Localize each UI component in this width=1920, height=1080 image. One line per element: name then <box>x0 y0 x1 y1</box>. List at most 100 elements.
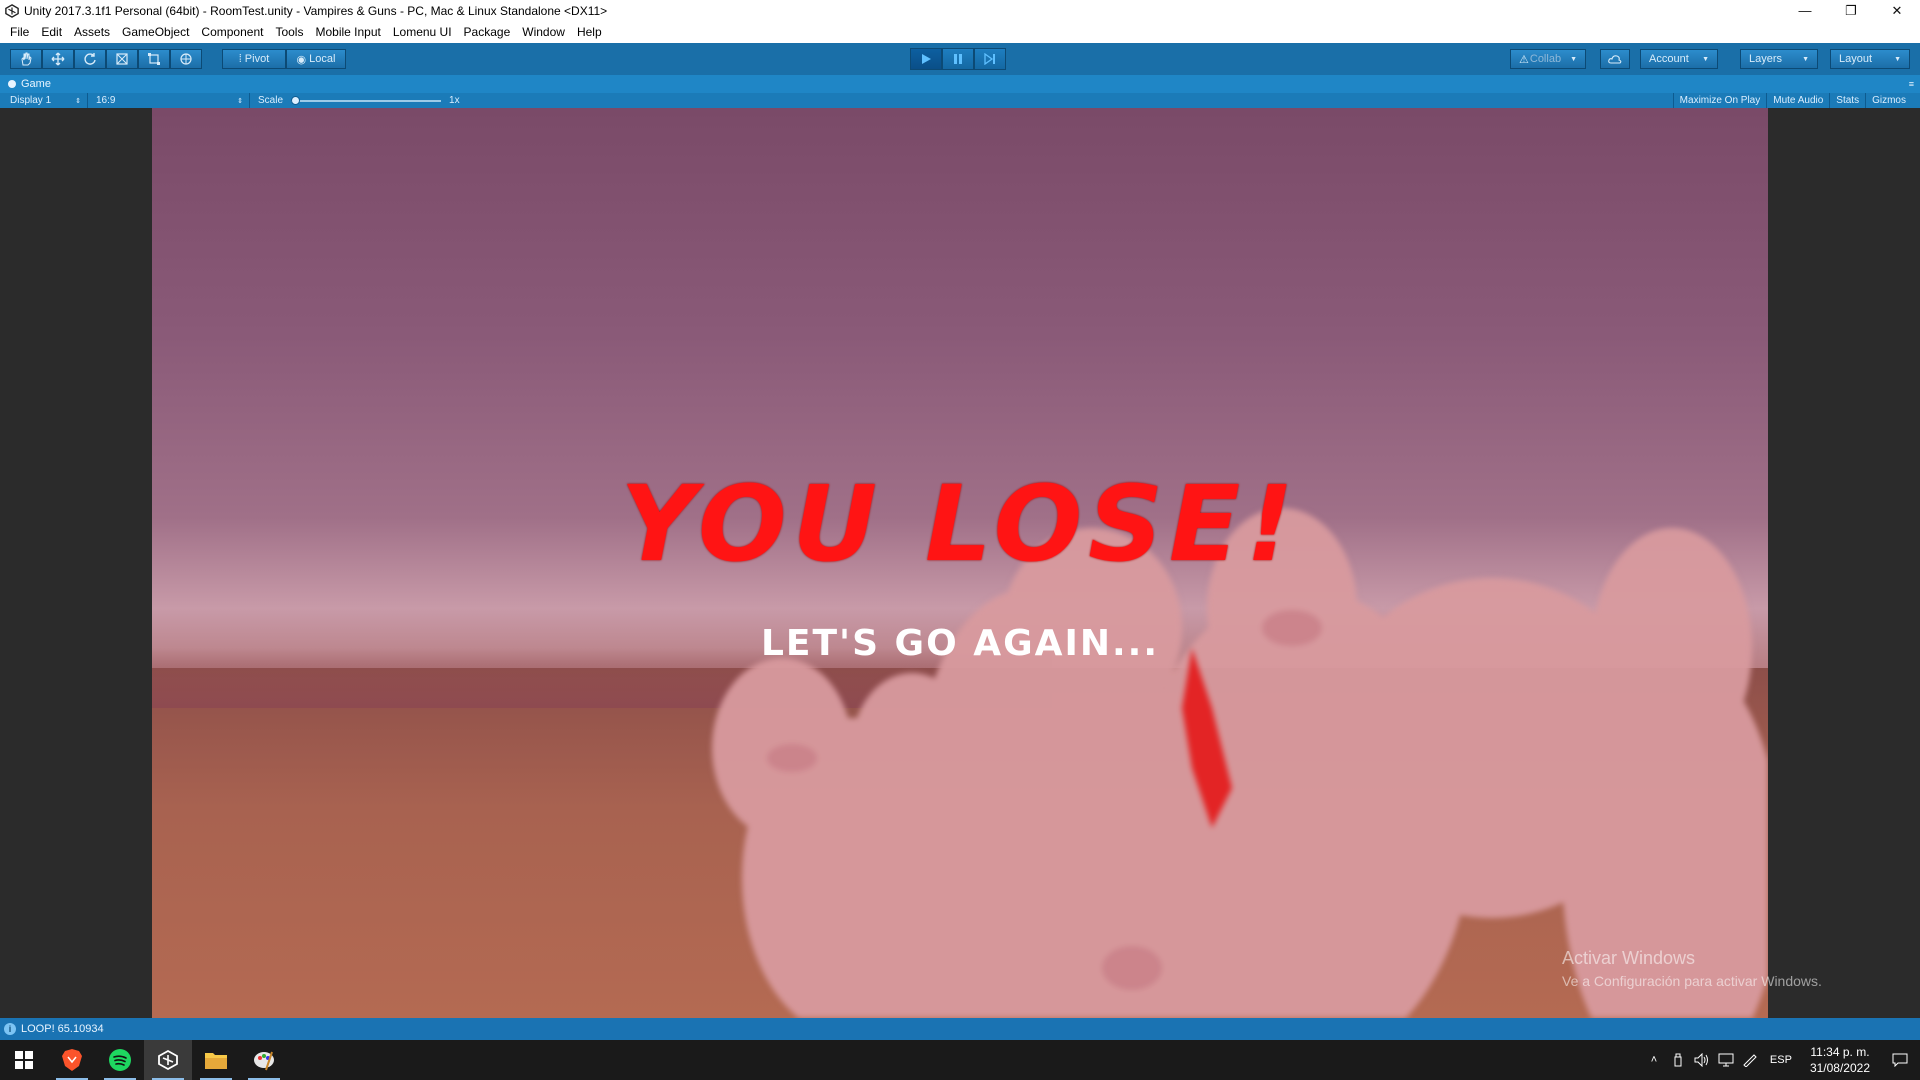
layout-label: Layout <box>1839 53 1873 65</box>
menu-help[interactable]: Help <box>571 21 608 43</box>
scale-icon <box>116 53 128 65</box>
info-icon: i <box>4 1023 16 1035</box>
restore-button[interactable]: ❐ <box>1828 0 1874 21</box>
game-area: YOU LOSE! LET'S GO AGAIN... Activar Wind… <box>0 108 1920 1018</box>
account-label: Account <box>1649 53 1689 65</box>
gizmos-label: Gizmos <box>1872 95 1906 106</box>
rect-tool-button[interactable] <box>138 49 170 69</box>
pause-icon <box>954 54 962 64</box>
transform-tool-button[interactable] <box>170 49 202 69</box>
taskbar-unity[interactable] <box>144 1040 192 1080</box>
scale-tool-button[interactable] <box>106 49 138 69</box>
play-icon <box>922 54 931 64</box>
menu-package[interactable]: Package <box>458 21 517 43</box>
scale-value: 1x <box>449 95 460 106</box>
taskbar-paint[interactable] <box>240 1040 288 1080</box>
menu-assets[interactable]: Assets <box>68 21 116 43</box>
game-tab[interactable]: Game ≡ <box>0 75 1920 93</box>
pen-icon[interactable] <box>1738 1040 1762 1080</box>
scale-slider[interactable] <box>291 95 442 105</box>
windows-logo-icon <box>15 1051 33 1069</box>
pause-button[interactable] <box>942 48 974 70</box>
menu-gameobject[interactable]: GameObject <box>116 21 195 43</box>
display-dropdown[interactable]: Display 1 ⇕ <box>0 93 88 108</box>
move-tool-button[interactable] <box>42 49 74 69</box>
unity-icon <box>158 1049 178 1071</box>
unity-logo-icon <box>4 3 20 19</box>
layers-dropdown[interactable]: Layers ▼ <box>1740 49 1818 69</box>
aspect-dropdown[interactable]: 16:9 ⇕ <box>88 93 250 108</box>
game-controller-icon <box>8 80 16 88</box>
menu-window[interactable]: Window <box>516 21 571 43</box>
display-label: Display 1 <box>10 95 52 106</box>
hand-tool-button[interactable] <box>10 49 42 69</box>
menu-file[interactable]: File <box>4 21 35 43</box>
play-again-button[interactable]: LET'S GO AGAIN... <box>152 623 1768 664</box>
stats-toggle[interactable]: Stats <box>1829 93 1865 108</box>
chevron-updown-icon: ⇕ <box>237 97 243 105</box>
chevron-up-icon[interactable]: ˄ <box>1642 1040 1666 1080</box>
gizmos-dropdown[interactable]: Gizmos <box>1865 93 1920 108</box>
collab-dropdown[interactable]: ⚠ Collab ▼ <box>1510 49 1586 69</box>
chevron-down-icon: ▼ <box>1702 55 1709 63</box>
local-toggle[interactable]: ◉ Local <box>286 49 346 69</box>
scale-slider-knob[interactable] <box>291 95 301 105</box>
window-titlebar: Unity 2017.3.1f1 Personal (64bit) - Room… <box>0 0 1920 21</box>
cloud-button[interactable] <box>1600 49 1630 69</box>
collab-group: ⚠ Collab ▼ <box>1510 49 1586 69</box>
hand-icon <box>21 52 32 66</box>
pivot-label: Pivot <box>244 53 270 65</box>
mute-audio-toggle[interactable]: Mute Audio <box>1766 93 1829 108</box>
account-dropdown[interactable]: Account ▼ <box>1640 49 1718 69</box>
warning-icon: ⚠ <box>1519 53 1529 66</box>
rotate-tool-button[interactable] <box>74 49 106 69</box>
menu-component[interactable]: Component <box>195 21 269 43</box>
play-button[interactable] <box>910 48 942 70</box>
usb-drive-icon[interactable] <box>1666 1040 1690 1080</box>
scale-control: Scale 1x <box>250 95 460 106</box>
paint-palette-icon <box>254 1051 274 1071</box>
menu-edit[interactable]: Edit <box>35 21 68 43</box>
brave-lion-icon <box>62 1049 82 1071</box>
windows-start-button[interactable] <box>0 1040 48 1080</box>
pivot-group: ⁞ Pivot ◉ Local <box>222 49 346 69</box>
rotate-icon <box>84 53 96 65</box>
network-icon[interactable] <box>1714 1040 1738 1080</box>
account-group: Account ▼ <box>1640 49 1718 69</box>
step-button[interactable] <box>974 48 1006 70</box>
pivot-icon: ⁞ <box>238 53 242 65</box>
rect-transform-icon <box>148 53 160 65</box>
volume-icon[interactable] <box>1690 1040 1714 1080</box>
layout-dropdown[interactable]: Layout ▼ <box>1830 49 1910 69</box>
cloud-icon <box>1608 55 1622 64</box>
menu-mobile-input[interactable]: Mobile Input <box>309 21 386 43</box>
game-view-controls: Display 1 ⇕ 16:9 ⇕ Scale 1x Maximize On … <box>0 93 1920 108</box>
maximize-on-play-toggle[interactable]: Maximize On Play <box>1672 93 1767 108</box>
layout-group: Layout ▼ <box>1830 49 1910 69</box>
step-icon <box>984 53 995 65</box>
clock-time: 11:34 p. m. <box>1810 1045 1870 1059</box>
notifications-icon[interactable] <box>1880 1040 1920 1080</box>
clock[interactable]: 11:34 p. m. 31/08/2022 <box>1800 1044 1880 1076</box>
layers-label: Layers <box>1749 53 1783 65</box>
minimize-button[interactable]: — <box>1782 0 1828 21</box>
taskbar-spotify[interactable] <box>96 1040 144 1080</box>
aspect-label: 16:9 <box>96 95 116 106</box>
menu-tools[interactable]: Tools <box>269 21 309 43</box>
globe-icon: ◉ <box>296 53 307 66</box>
folder-icon <box>205 1053 227 1069</box>
taskbar-file-explorer[interactable] <box>192 1040 240 1080</box>
console-status-bar[interactable]: i LOOP! 65.10934 <box>0 1018 1920 1040</box>
tab-menu-icon[interactable]: ≡ <box>1909 79 1914 89</box>
language-indicator[interactable]: ESP <box>1762 1054 1800 1066</box>
pivot-toggle[interactable]: ⁞ Pivot <box>222 49 286 69</box>
game-viewport[interactable]: YOU LOSE! LET'S GO AGAIN... <box>152 108 1768 1018</box>
close-button[interactable]: ✕ <box>1874 0 1920 21</box>
windows-taskbar: ˄ ESP 11:34 p. m. 31/08/2022 <box>0 1040 1920 1080</box>
menu-bar: File Edit Assets GameObject Component To… <box>0 21 1920 43</box>
system-tray: ˄ ESP 11:34 p. m. 31/08/2022 <box>1642 1040 1920 1080</box>
collab-label: Collab <box>1529 53 1562 65</box>
taskbar-brave[interactable] <box>48 1040 96 1080</box>
menu-lomenu-ui[interactable]: Lomenu UI <box>387 21 458 43</box>
playback-controls <box>910 48 1006 70</box>
